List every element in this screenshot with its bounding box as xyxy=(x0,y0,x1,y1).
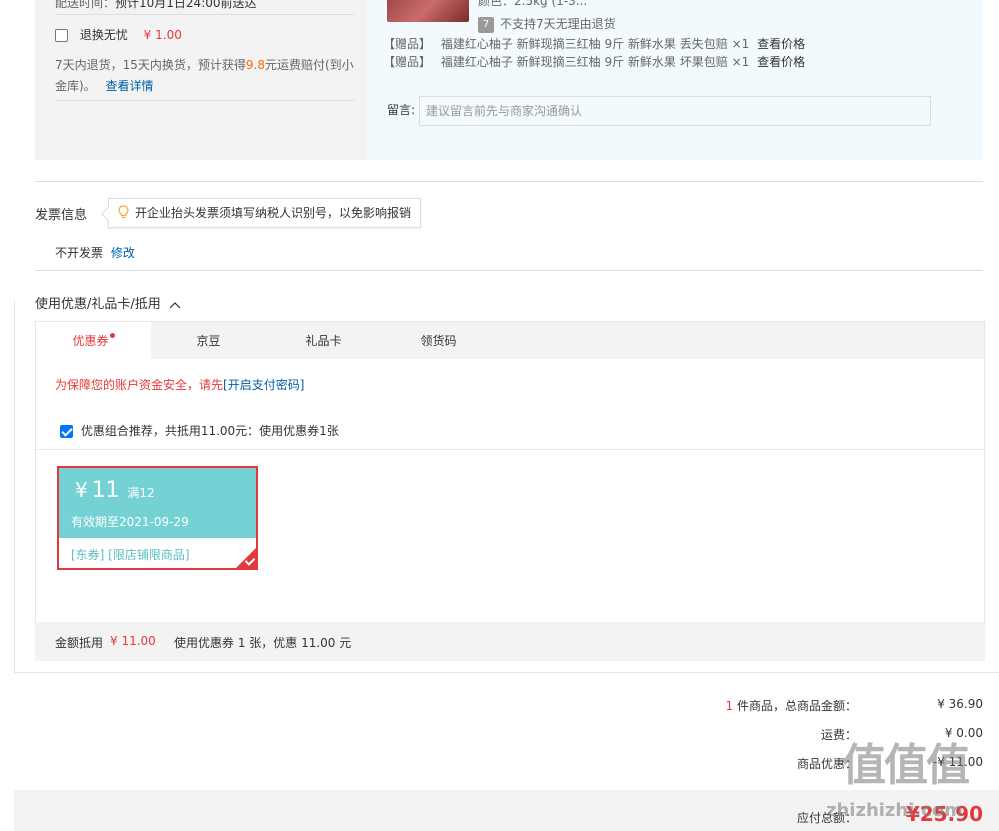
watermark-site: zhizhizhi.com xyxy=(826,800,964,821)
divider xyxy=(55,14,355,15)
invoice-status-row: 不开发票 修改 xyxy=(55,244,135,261)
no-return-row: 7 不支持7天无理由退货 xyxy=(478,15,616,33)
summary-amount: ¥ 11.00 xyxy=(110,634,156,648)
discount-label: 商品优惠： xyxy=(796,757,857,771)
watermark: 值值值 xyxy=(842,740,970,791)
shipping-label: 运费： xyxy=(820,728,857,742)
discount-title: 使用优惠/礼品卡/抵用 xyxy=(35,297,161,312)
discount-toggle[interactable]: 使用优惠/礼品卡/抵用 xyxy=(35,293,181,312)
coupon-face: ¥ 11 满12 有效期至2021-09-29 xyxy=(59,468,256,538)
lightbulb-icon xyxy=(118,205,129,219)
service-panel: 配送时间：预计10月1日24:00前送达 退换无忧 ¥ 1.00 7天内退货，1… xyxy=(35,0,367,160)
view-price-link[interactable]: 查看价格 xyxy=(757,37,805,51)
coupon-validity: 有效期至2021-09-29 xyxy=(71,515,189,529)
goods-count-label: 1 件商品，总商品金额： xyxy=(725,699,857,713)
delivery-time: 配送时间：预计10月1日24:00前送达 xyxy=(55,0,257,10)
divider xyxy=(14,672,999,673)
coupon-value: ¥ 11 满12 xyxy=(75,478,155,503)
combo-text: 优惠组合推荐，共抵用11.00元：使用优惠券1张 xyxy=(80,424,339,438)
invoice-status: 不开发票 xyxy=(55,246,104,260)
tab-pickup-code[interactable]: 领货码 xyxy=(381,322,496,360)
invoice-tip: 开企业抬头发票须填写纳税人识别号，以免影响报销 xyxy=(108,198,421,228)
divider xyxy=(36,449,984,450)
gift-row: 【赠品】 福建红心柚子 新鲜现摘三红柚 9斤 新鲜水果 丢失包赔 ×1 查看价格 xyxy=(383,37,806,51)
invoice-title: 发票信息 xyxy=(35,208,88,223)
combo-row: 优惠组合推荐，共抵用11.00元：使用优惠券1张 xyxy=(60,422,339,439)
tab-giftcard[interactable]: 礼品卡 xyxy=(266,322,381,360)
divider xyxy=(35,270,983,271)
chevron-up-icon xyxy=(169,301,181,308)
message-label: 留言: xyxy=(387,103,416,117)
divider xyxy=(55,100,355,101)
security-notice: 为保障您的账户资金安全，请先[开启支付密码] xyxy=(55,378,305,392)
discount-summary: 金额抵用 ¥ 11.00 使用优惠券 1 张，优惠 11.00 元 xyxy=(35,622,985,661)
divider xyxy=(14,300,15,672)
divider xyxy=(35,181,983,182)
combo-checkbox[interactable] xyxy=(60,425,73,438)
coupon-card[interactable]: ¥ 11 满12 有效期至2021-09-29 [东券] [限店铺限商品] xyxy=(57,466,258,570)
no-return-icon: 7 xyxy=(478,16,494,33)
product-thumbnail[interactable] xyxy=(387,0,469,22)
new-dot xyxy=(109,333,115,338)
view-price-link[interactable]: 查看价格 xyxy=(757,55,805,69)
tab-coupon[interactable]: 优惠券 xyxy=(36,322,151,360)
worry-free-desc: 7天内退货，15天内换货，预计获得9.8元运费赔付(到小 金库)。 查看详情 xyxy=(55,58,354,93)
coupon-scope: [东券] [限店铺限商品] xyxy=(71,548,190,562)
discount-tabs: 优惠券 京豆 礼品卡 领货码 xyxy=(35,321,985,360)
goods-amount: ¥ 36.90 xyxy=(937,697,983,711)
worry-free-row: 退换无忧 ¥ 1.00 xyxy=(55,26,182,43)
worry-free-label: 退换无忧 xyxy=(79,28,128,42)
invoice-modify-link[interactable]: 修改 xyxy=(111,246,135,260)
goods-panel: 颜色：2.5kg (1-3... 7 不支持7天无理由退货 【赠品】 福建红心柚子… xyxy=(367,0,983,160)
tab-jingdou[interactable]: 京豆 xyxy=(151,322,266,360)
gift-row: 【赠品】 福建红心柚子 新鲜现摘三红柚 9斤 新鲜水果 坏果包赔 ×1 查看价格 xyxy=(383,55,806,69)
worry-free-price: ¥ 1.00 xyxy=(143,28,182,42)
product-attr: 颜色：2.5kg (1-3... xyxy=(478,0,588,8)
summary-text: 使用优惠券 1 张，优惠 11.00 元 xyxy=(174,636,352,650)
enable-pay-password-link[interactable]: [开启支付密码] xyxy=(223,378,304,392)
worry-free-checkbox[interactable] xyxy=(55,29,68,42)
message-input[interactable]: 建议留言前先与商家沟通确认 xyxy=(419,96,931,126)
details-link[interactable]: 查看详情 xyxy=(106,79,154,93)
